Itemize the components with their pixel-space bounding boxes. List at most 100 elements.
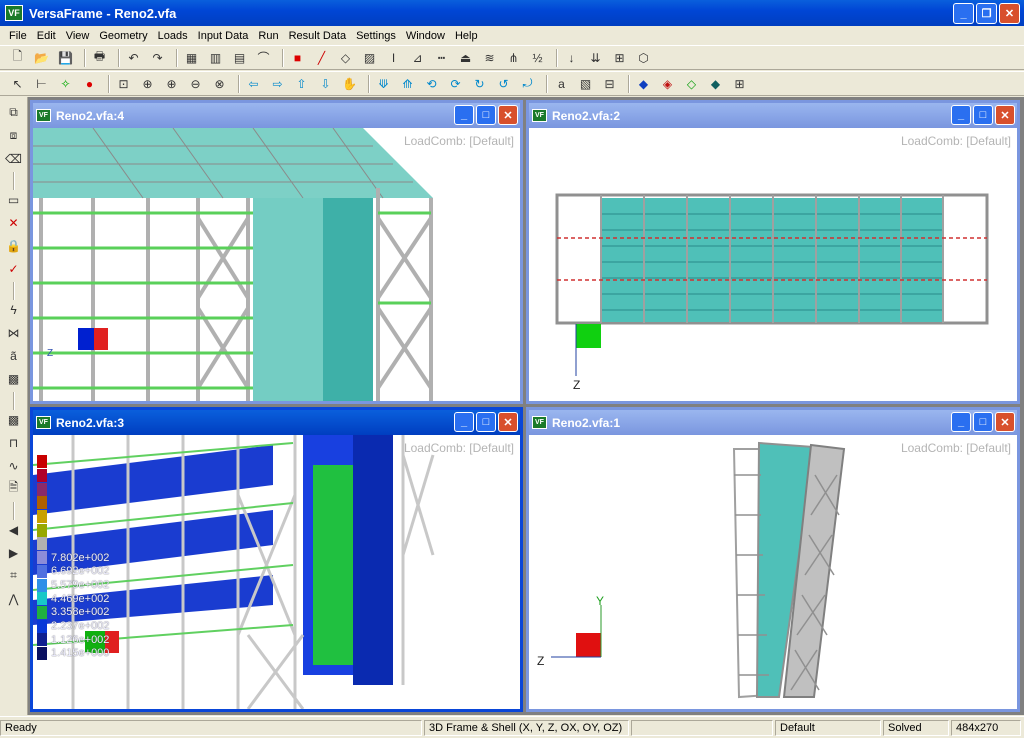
node-icon[interactable]: ■: [288, 48, 307, 67]
minimize-button[interactable]: _: [951, 412, 971, 432]
maximize-button[interactable]: □: [476, 105, 496, 125]
view-window-4[interactable]: VF Reno2.vfa:4 _□✕ LoadComb: [Default]: [30, 100, 523, 404]
pan-left-icon[interactable]: ⇦: [244, 74, 263, 93]
rotate-up-icon[interactable]: ⟰: [398, 74, 417, 93]
menu-result-data[interactable]: Result Data: [284, 30, 351, 42]
hatch-icon[interactable]: ▧: [576, 74, 595, 93]
report-icon[interactable]: 🗎: [4, 479, 23, 498]
maximize-button[interactable]: □: [973, 105, 993, 125]
menu-run[interactable]: Run: [253, 30, 283, 42]
section-icon[interactable]: I: [384, 48, 403, 67]
lock-icon[interactable]: 🔒: [4, 236, 23, 255]
restore-button[interactable]: ❐: [976, 3, 997, 24]
view-3d-icon[interactable]: ◆: [634, 74, 653, 93]
snap-icon[interactable]: ✧: [56, 74, 75, 93]
area-icon[interactable]: ▨: [360, 48, 379, 67]
delete-icon[interactable]: ✕: [4, 213, 23, 232]
view-window-3[interactable]: VF Reno2.vfa:3 _□✕ LoadComb: [Default]: [30, 407, 523, 712]
close-button[interactable]: ✕: [995, 105, 1015, 125]
save-icon[interactable]: 💾: [56, 48, 75, 67]
check-icon[interactable]: ✓: [4, 259, 23, 278]
pan-right-icon[interactable]: ⇨: [268, 74, 287, 93]
contour-icon[interactable]: ▩: [4, 369, 23, 388]
viewport-3d[interactable]: LoadComb: [Default] Z: [33, 128, 520, 401]
view-front-icon[interactable]: ◈: [658, 74, 677, 93]
label-icon[interactable]: a: [552, 74, 571, 93]
close-button[interactable]: ✕: [498, 105, 518, 125]
close-button[interactable]: ✕: [999, 3, 1020, 24]
rotate-down-icon[interactable]: ⟱: [374, 74, 393, 93]
point-icon[interactable]: ●: [80, 74, 99, 93]
area-load-icon[interactable]: ⊞: [610, 48, 629, 67]
view-side-icon[interactable]: ◇: [682, 74, 701, 93]
viewport-side[interactable]: LoadComb: [Default] Y Z: [529, 435, 1017, 709]
dimension-icon[interactable]: ⊢: [32, 74, 51, 93]
zoom-previous-icon[interactable]: ⊗: [210, 74, 229, 93]
viewport-top[interactable]: LoadComb: [Default] Z: [529, 128, 1017, 401]
node-renumber-icon[interactable]: ⋔: [504, 48, 523, 67]
menu-loads[interactable]: Loads: [153, 30, 193, 42]
grid-icon[interactable]: ▦: [182, 48, 201, 67]
frame-grid-icon[interactable]: ▥: [206, 48, 225, 67]
menu-view[interactable]: View: [61, 30, 95, 42]
shell-grid-icon[interactable]: ▤: [230, 48, 249, 67]
rotate-right-icon[interactable]: ⟳: [446, 74, 465, 93]
copy-icon[interactable]: ⧉: [4, 103, 23, 122]
spring-icon[interactable]: ≋: [480, 48, 499, 67]
open-icon[interactable]: 📂: [32, 48, 51, 67]
point-load-icon[interactable]: ↓: [562, 48, 581, 67]
zoom-extents-icon[interactable]: ⊕: [138, 74, 157, 93]
wind-load-icon[interactable]: ⬡: [634, 48, 653, 67]
view-window-1[interactable]: VF Reno2.vfa:1 _□✕ LoadComb: [Default]: [526, 407, 1020, 712]
menu-file[interactable]: File: [4, 30, 32, 42]
maximize-button[interactable]: □: [476, 412, 496, 432]
shell-icon[interactable]: ◇: [336, 48, 355, 67]
erase-icon[interactable]: ⌫: [4, 149, 23, 168]
undo-icon[interactable]: ↶: [124, 48, 143, 67]
pan-up-icon[interactable]: ⇧: [292, 74, 311, 93]
zoom-window-icon[interactable]: ⊡: [114, 74, 133, 93]
menu-input-data[interactable]: Input Data: [193, 30, 254, 42]
deflection-icon[interactable]: ∿: [4, 456, 23, 475]
rotate-ccw-icon[interactable]: ↺: [494, 74, 513, 93]
divide-icon[interactable]: ┅: [432, 48, 451, 67]
menu-settings[interactable]: Settings: [351, 30, 401, 42]
member-display-icon[interactable]: ⊟: [600, 74, 619, 93]
contour-alt-icon[interactable]: ▩: [4, 410, 23, 429]
rotate-free-icon[interactable]: ⤾: [518, 74, 537, 93]
minimize-button[interactable]: _: [454, 412, 474, 432]
minimize-button[interactable]: _: [951, 105, 971, 125]
minimize-button[interactable]: _: [953, 3, 974, 24]
line-icon[interactable]: ╱: [312, 48, 331, 67]
member-release-icon[interactable]: ⊿: [408, 48, 427, 67]
frame-icon[interactable]: ⊓: [4, 433, 23, 452]
crop-icon[interactable]: ⌗: [4, 566, 23, 585]
zoom-in-icon[interactable]: ⊕: [162, 74, 181, 93]
intersect-icon[interactable]: ⋈: [4, 323, 23, 342]
support-icon[interactable]: ⏏: [456, 48, 475, 67]
move-icon[interactable]: ⧈: [4, 126, 23, 145]
maximize-button[interactable]: □: [973, 412, 993, 432]
shrink-icon[interactable]: ⊞: [730, 74, 749, 93]
new-icon[interactable]: 🗋: [8, 48, 27, 67]
pan-down-icon[interactable]: ⇩: [316, 74, 335, 93]
back-icon[interactable]: ◀: [4, 520, 23, 539]
member-renumber-icon[interactable]: ½: [528, 48, 547, 67]
menu-window[interactable]: Window: [401, 30, 450, 42]
select-box-icon[interactable]: ▭: [4, 190, 23, 209]
select-icon[interactable]: ↖: [8, 74, 27, 93]
close-button[interactable]: ✕: [498, 412, 518, 432]
zoom-out-icon[interactable]: ⊖: [186, 74, 205, 93]
view-window-2[interactable]: VF Reno2.vfa:2 _□✕ LoadComb: [Default]: [526, 100, 1020, 404]
redo-icon[interactable]: ↷: [148, 48, 167, 67]
animate-icon[interactable]: ⋀: [4, 589, 23, 608]
distributed-load-icon[interactable]: ⇊: [586, 48, 605, 67]
print-icon[interactable]: 🖶: [90, 48, 109, 67]
rotate-left-icon[interactable]: ⟲: [422, 74, 441, 93]
view-top-icon[interactable]: ◆: [706, 74, 725, 93]
rotate-cw-icon[interactable]: ↻: [470, 74, 489, 93]
assign-icon[interactable]: ã: [4, 346, 23, 365]
viewport-contour[interactable]: LoadComb: [Default] 7.802e+002 6.692e+00…: [33, 435, 520, 709]
menu-geometry[interactable]: Geometry: [94, 30, 152, 42]
menu-help[interactable]: Help: [450, 30, 483, 42]
